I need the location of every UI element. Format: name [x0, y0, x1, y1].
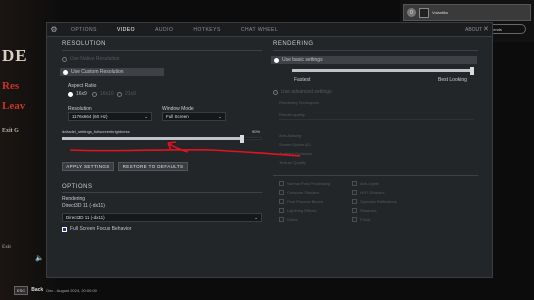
back-label[interactable]: Back [31, 287, 43, 293]
red-annotation [69, 141, 301, 157]
footer-bar: ESC Back Dec - August 2024, 20:00:00 [0, 280, 534, 300]
version-text: Dec - August 2024, 20:00:00 [46, 287, 97, 293]
esc-key-hint[interactable]: ESC [14, 285, 29, 295]
speaker-icon[interactable]: 🔈 [35, 254, 44, 262]
